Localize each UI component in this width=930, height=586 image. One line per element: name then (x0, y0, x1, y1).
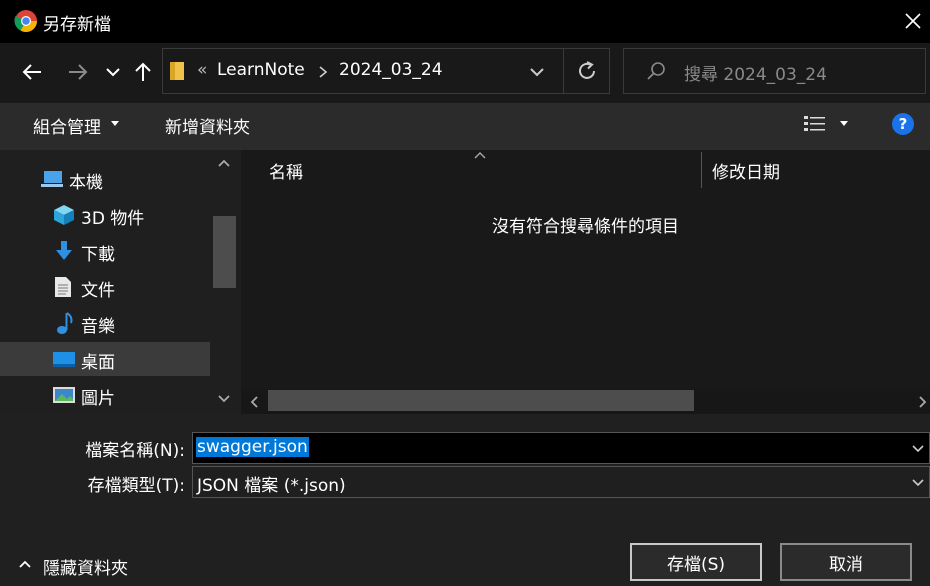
up-button[interactable] (128, 57, 158, 87)
horizontal-scroll-thumb[interactable] (268, 390, 694, 411)
arrow-left-icon (22, 64, 41, 80)
close-icon[interactable] (900, 8, 926, 34)
download-icon (56, 241, 72, 260)
arrow-right-icon (69, 64, 88, 80)
new-folder-button[interactable]: 新增資料夾 (165, 113, 250, 138)
breadcrumb-overflow[interactable]: « (197, 60, 207, 80)
tree-item-pictures[interactable]: 圖片 (0, 378, 210, 412)
column-separator[interactable] (701, 152, 702, 188)
tree-label: 圖片 (81, 389, 115, 409)
tree-item-this-pc[interactable]: 本機 (0, 162, 210, 196)
save-button[interactable]: 存檔(S) (630, 543, 762, 581)
3d-objects-icon (54, 205, 74, 225)
column-header-name[interactable]: 名稱 (269, 158, 303, 183)
filetype-value: JSON 檔案 (*.json) (197, 476, 346, 496)
pictures-icon (53, 387, 75, 403)
desktop-icon (53, 352, 75, 367)
organize-dropdown-icon[interactable] (110, 121, 120, 127)
music-icon (57, 312, 73, 334)
nav-pane-scroll-thumb[interactable] (213, 216, 236, 288)
window-title: 另存新檔 (43, 15, 111, 35)
chevron-down-icon (106, 68, 120, 77)
tree-item-music[interactable]: 音樂 (0, 306, 210, 340)
scroll-left-icon[interactable] (249, 395, 259, 409)
tree-item-documents[interactable]: 文件 (0, 270, 210, 304)
filename-dropdown-icon[interactable] (911, 444, 925, 454)
chrome-icon (14, 10, 37, 32)
view-dropdown-icon[interactable] (839, 121, 849, 127)
refresh-icon[interactable] (576, 60, 598, 82)
tree-label: 本機 (69, 173, 103, 193)
view-details-icon[interactable] (803, 114, 827, 134)
column-header-modified[interactable]: 修改日期 (712, 158, 780, 183)
sort-ascending-icon (474, 152, 486, 159)
arrow-up-icon (135, 62, 151, 81)
filename-field[interactable]: swagger.json (192, 432, 930, 464)
filetype-label: 存檔類型(T): (87, 476, 185, 496)
scroll-right-icon[interactable] (918, 395, 928, 409)
filetype-select[interactable]: JSON 檔案 (*.json) (192, 466, 930, 498)
command-toolbar (0, 103, 930, 150)
tree-label: 桌面 (81, 353, 115, 373)
tree-item-3d-objects[interactable]: 3D 物件 (0, 198, 210, 232)
search-icon (647, 62, 665, 80)
tree-item-desktop[interactable]: 桌面 (0, 342, 210, 376)
documents-icon (55, 277, 71, 297)
tree-label: 音樂 (81, 317, 115, 337)
filename-label: 檔案名稱(N): (85, 441, 185, 461)
tree-label: 3D 物件 (81, 209, 145, 229)
back-button[interactable] (17, 57, 47, 87)
forward-button[interactable] (63, 57, 93, 87)
tree-label: 下載 (81, 245, 115, 265)
help-button[interactable]: ? (892, 113, 914, 135)
file-list[interactable] (241, 150, 930, 390)
address-divider (563, 48, 564, 94)
search-input[interactable]: 搜尋 2024_03_24 (684, 60, 827, 85)
cancel-button[interactable]: 取消 (780, 543, 912, 581)
filename-input-value[interactable]: swagger.json (196, 437, 309, 457)
title-bar (0, 0, 930, 43)
folder-icon (170, 62, 184, 80)
tree-label: 文件 (81, 281, 115, 301)
scroll-up-icon[interactable] (217, 158, 231, 168)
hide-folders-toggle[interactable]: 隱藏資料夾 (43, 554, 128, 579)
breadcrumb-learnnote[interactable]: LearnNote (217, 60, 305, 80)
recent-locations-button[interactable] (98, 57, 128, 87)
chevron-up-icon[interactable] (18, 559, 32, 569)
chevron-right-icon[interactable] (318, 66, 328, 78)
empty-results-message: 沒有符合搜尋條件的項目 (492, 217, 679, 237)
filetype-dropdown-icon[interactable] (911, 478, 925, 488)
address-dropdown-icon[interactable] (529, 66, 545, 78)
scroll-down-icon[interactable] (217, 394, 231, 404)
breadcrumb-current-folder[interactable]: 2024_03_24 (339, 60, 443, 80)
tree-item-downloads[interactable]: 下載 (0, 234, 210, 268)
computer-icon (41, 171, 63, 187)
organize-menu[interactable]: 組合管理 (33, 113, 101, 138)
